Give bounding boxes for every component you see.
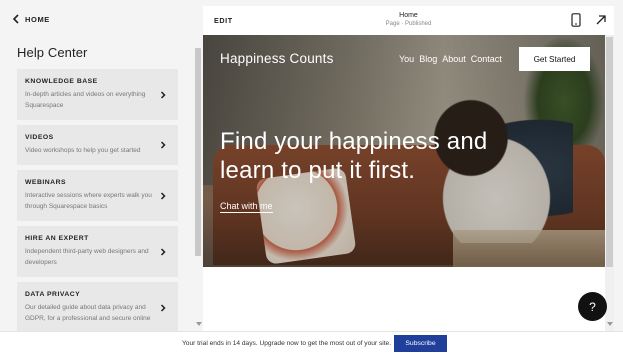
trial-message: Your trial ends in 14 days. Upgrade now … <box>182 340 392 347</box>
arrow-up-right-icon[interactable] <box>595 14 607 26</box>
help-center-panel: HOME Help Center KNOWLEDGE BASE In-depth… <box>0 0 203 331</box>
card-description: In-depth articles and videos on everythi… <box>25 91 146 109</box>
card-description: Independent third-party web designers an… <box>25 248 149 266</box>
back-home-label: HOME <box>25 14 50 24</box>
site-nav-contact[interactable]: Contact <box>471 54 502 64</box>
help-card-knowledge-base[interactable]: KNOWLEDGE BASE In-depth articles and vid… <box>17 69 178 120</box>
card-title: KNOWLEDGE BASE <box>25 78 98 85</box>
scroll-down-arrow-icon[interactable] <box>607 322 613 326</box>
help-question-button[interactable]: ? <box>578 292 607 321</box>
get-started-button[interactable]: Get Started <box>519 47 590 71</box>
site-hero: Happiness Counts You Blog About Contact … <box>203 35 605 267</box>
site-title[interactable]: Happiness Counts <box>220 51 334 66</box>
help-card-hire-an-expert[interactable]: HIRE AN EXPERT Independent third-party w… <box>17 226 178 277</box>
site-nav-blog[interactable]: Blog <box>419 54 437 64</box>
site-nav: You Blog About Contact <box>399 54 502 64</box>
help-card-videos[interactable]: VIDEOS Video workshops to help you get s… <box>17 125 178 165</box>
help-card-list: KNOWLEDGE BASE In-depth articles and vid… <box>17 69 178 331</box>
card-title: VIDEOS <box>25 134 54 141</box>
scroll-down-arrow-icon[interactable] <box>196 322 202 326</box>
help-card-webinars[interactable]: WEBINARS Interactive sessions where expe… <box>17 170 178 221</box>
card-description: Video workshops to help you get started <box>25 147 141 154</box>
hero-headline: Find your happiness and learn to put it … <box>220 128 488 184</box>
card-title: HIRE AN EXPERT <box>25 235 89 242</box>
trial-banner: Your trial ends in 14 days. Upgrade now … <box>0 331 623 355</box>
card-description: Interactive sessions where experts walk … <box>25 192 152 210</box>
preview-header: EDIT Home Page · Published <box>203 6 614 35</box>
subscribe-button[interactable]: Subscribe <box>394 335 447 352</box>
site-nav-about[interactable]: About <box>442 54 466 64</box>
chat-with-me-link[interactable]: Chat with me <box>220 201 273 213</box>
card-title: DATA PRIVACY <box>25 291 81 298</box>
chevron-right-icon <box>160 247 166 256</box>
chevron-right-icon <box>160 141 166 149</box>
page-info: Home Page · Published <box>203 12 614 27</box>
help-card-data-privacy[interactable]: DATA PRIVACY Our detailed guide about da… <box>17 282 178 331</box>
chevron-right-icon <box>160 303 166 312</box>
preview-content-area <box>203 267 605 331</box>
mobile-phone-icon[interactable] <box>571 13 581 27</box>
help-center-title: Help Center <box>17 45 88 60</box>
card-title: WEBINARS <box>25 179 67 186</box>
page-status: Page · Published <box>385 21 432 27</box>
chevron-right-icon <box>160 191 166 200</box>
preview-scrollbar-thumb[interactable] <box>606 37 613 267</box>
site-nav-you[interactable]: You <box>399 54 414 64</box>
back-home-link[interactable]: HOME <box>12 14 50 24</box>
page-name: Home <box>399 12 418 19</box>
chevron-right-icon <box>160 90 166 99</box>
card-description: Our detailed guide about data privacy an… <box>25 304 151 322</box>
sidebar-scrollbar-thumb[interactable] <box>195 48 201 256</box>
chevron-left-icon <box>12 14 19 24</box>
